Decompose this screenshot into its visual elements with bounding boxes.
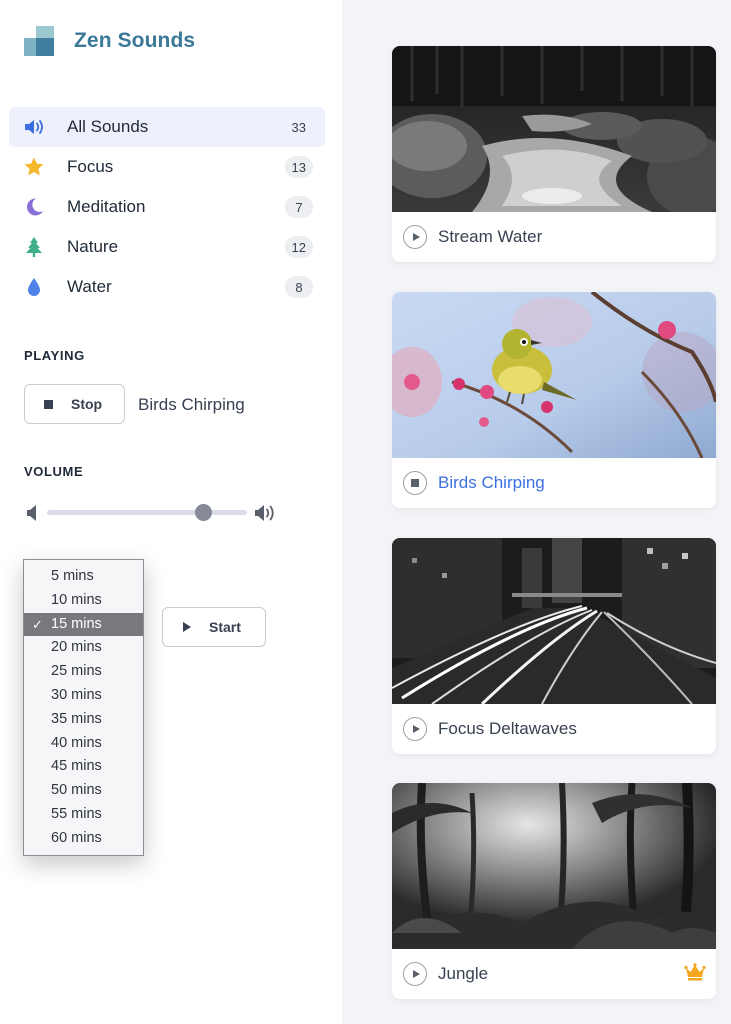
play-icon[interactable] bbox=[403, 962, 427, 986]
sound-card-title: Stream Water bbox=[438, 227, 543, 246]
nav-item-meditation[interactable]: Meditation 7 bbox=[9, 187, 325, 227]
speaker-icon bbox=[23, 116, 45, 138]
sound-card-focus-deltawaves[interactable]: Focus Deltawaves bbox=[392, 538, 716, 754]
play-icon[interactable] bbox=[403, 225, 427, 249]
droplet-icon bbox=[23, 276, 45, 298]
nav-item-count: 7 bbox=[285, 196, 313, 218]
timer-option[interactable]: 40 mins bbox=[24, 732, 143, 756]
timer-option[interactable]: 35 mins bbox=[24, 708, 143, 732]
nav-item-count: 33 bbox=[291, 119, 306, 135]
jungle-image bbox=[392, 783, 716, 949]
sound-card-title: Birds Chirping bbox=[438, 473, 545, 492]
nav-item-count: 12 bbox=[284, 236, 313, 258]
timer-option[interactable]: 25 mins bbox=[24, 660, 143, 684]
timer-option[interactable]: 20 mins bbox=[24, 636, 143, 660]
birds-chirping-image bbox=[392, 292, 716, 458]
stop-icon bbox=[44, 399, 53, 409]
timer-option-label: 25 mins bbox=[51, 663, 102, 680]
timer-option-label: 40 mins bbox=[51, 734, 102, 751]
nav-item-label: Water bbox=[67, 277, 112, 296]
timer-option-label: 30 mins bbox=[51, 686, 102, 703]
play-icon bbox=[183, 622, 191, 632]
now-playing-title: Birds Chirping bbox=[138, 395, 245, 414]
sound-card-footer: Birds Chirping bbox=[392, 458, 716, 508]
focus-deltawaves-image bbox=[392, 538, 716, 704]
timer-option[interactable]: 60 mins bbox=[24, 827, 143, 851]
stream-water-image bbox=[392, 46, 716, 212]
timer-option-label: 45 mins bbox=[51, 758, 102, 775]
nav-item-all-sounds[interactable]: All Sounds 33 bbox=[9, 107, 325, 147]
app-title: Zen Sounds bbox=[74, 29, 196, 52]
timer-option-label: 5 mins bbox=[51, 568, 94, 584]
timer-option[interactable]: 5 mins bbox=[24, 565, 143, 589]
sound-card-birds-chirping[interactable]: Birds Chirping bbox=[392, 292, 716, 508]
nav-item-label: Meditation bbox=[67, 197, 146, 216]
timer-option[interactable]: 30 mins bbox=[24, 684, 143, 708]
nav-item-label: All Sounds bbox=[67, 117, 149, 136]
timer-option-label: 10 mins bbox=[51, 591, 102, 608]
timer-option[interactable]: ✓ 15 mins bbox=[24, 612, 143, 637]
stop-button[interactable]: Stop bbox=[24, 384, 125, 424]
sidebar: Zen Sounds All Sounds 33 Focus 13 Medita… bbox=[0, 0, 342, 1024]
logo-mark-icon bbox=[24, 26, 54, 56]
volume-section-title: VOLUME bbox=[24, 464, 84, 479]
sound-card-title: Focus Deltawaves bbox=[438, 719, 577, 738]
stop-icon[interactable] bbox=[403, 471, 427, 495]
crown-icon bbox=[684, 963, 706, 986]
playing-section-title: PLAYING bbox=[24, 348, 85, 363]
timer-duration-dropdown[interactable]: 5 mins 10 mins ✓ 15 mins 20 mins 25 mins 30 mi… bbox=[23, 559, 144, 856]
nav-item-count: 13 bbox=[284, 156, 313, 178]
timer-option[interactable]: 50 mins bbox=[24, 779, 143, 803]
nav-item-nature[interactable]: Nature 12 bbox=[9, 227, 325, 267]
start-button-label: Start bbox=[209, 619, 241, 635]
star-icon bbox=[23, 156, 45, 178]
sound-card-footer: Focus Deltawaves bbox=[392, 704, 716, 754]
category-nav: All Sounds 33 Focus 13 Meditation 7 Natu… bbox=[9, 107, 325, 307]
sound-card-footer: Jungle bbox=[392, 949, 716, 999]
sound-card-footer: Stream Water bbox=[392, 212, 716, 262]
nav-item-label: Focus bbox=[67, 157, 114, 176]
timer-option[interactable]: 45 mins bbox=[24, 755, 143, 779]
sound-card-title: Jungle bbox=[438, 964, 489, 983]
timer-option-label: 50 mins bbox=[51, 782, 102, 799]
tree-icon bbox=[23, 236, 45, 258]
app-logo[interactable]: Zen Sounds bbox=[24, 26, 195, 56]
timer-option-label: 15 mins bbox=[51, 615, 102, 632]
nav-item-label: Nature bbox=[67, 237, 119, 256]
play-icon[interactable] bbox=[403, 717, 427, 741]
stop-button-label: Stop bbox=[71, 396, 103, 412]
start-timer-button[interactable]: Start bbox=[162, 607, 266, 647]
volume-low-icon[interactable] bbox=[26, 503, 40, 528]
timer-option[interactable]: 10 mins bbox=[24, 589, 143, 613]
volume-high-icon[interactable] bbox=[254, 502, 278, 529]
timer-option-label: 60 mins bbox=[51, 829, 102, 846]
timer-option[interactable]: 55 mins bbox=[24, 803, 143, 827]
volume-slider[interactable] bbox=[47, 510, 247, 515]
timer-option-label: 35 mins bbox=[51, 710, 102, 727]
nav-item-water[interactable]: Water 8 bbox=[9, 267, 325, 307]
sound-card-stream-water[interactable]: Stream Water bbox=[392, 46, 716, 262]
checkmark-icon: ✓ bbox=[32, 616, 43, 632]
sound-card-jungle[interactable]: Jungle bbox=[392, 783, 716, 999]
volume-slider-thumb[interactable] bbox=[195, 504, 212, 521]
nav-item-count: 8 bbox=[285, 276, 313, 298]
nav-item-focus[interactable]: Focus 13 bbox=[9, 147, 325, 187]
moon-icon bbox=[23, 196, 45, 218]
timer-option-label: 20 mins bbox=[51, 639, 102, 656]
timer-option-label: 55 mins bbox=[51, 805, 102, 822]
